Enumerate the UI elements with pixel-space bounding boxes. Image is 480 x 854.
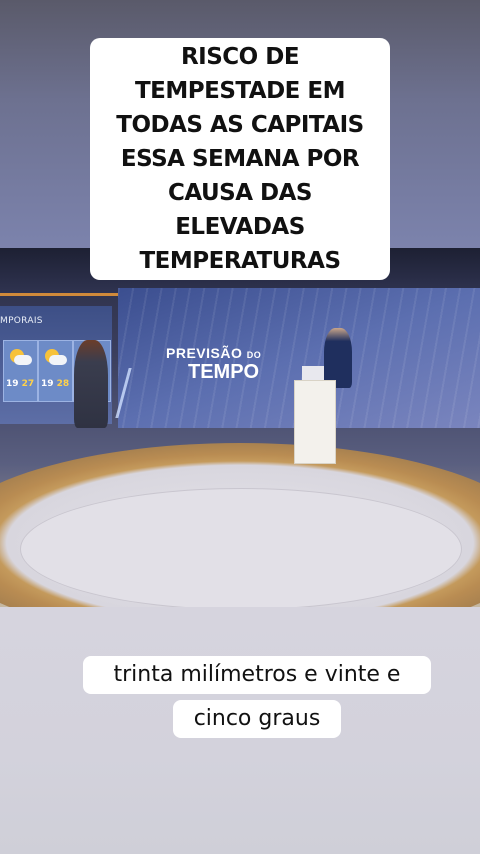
- previsao-do-tempo-logo: PREVISÃO DO TEMPO: [166, 346, 261, 382]
- temp-min: 19: [6, 379, 19, 389]
- top-caption-line: CAUSA DAS: [168, 180, 312, 206]
- subtitle-line-1: trinta milímetros e vinte e: [83, 656, 431, 694]
- laptop-icon: [302, 366, 324, 380]
- top-caption-line: TEMPESTADE EM: [134, 78, 346, 104]
- top-caption: RISCO DE TEMPESTADE EM TODAS AS CAPITAIS…: [90, 38, 390, 280]
- presenter-desk: [294, 380, 336, 464]
- top-caption-line: TODAS AS CAPITAIS: [116, 112, 364, 138]
- top-caption-line: ELEVADAS: [175, 214, 305, 240]
- presenter-woman: [74, 340, 108, 428]
- logo-word-previsao: PREVISÃO: [166, 345, 243, 361]
- subtitle-line-2: cinco graus: [173, 700, 341, 738]
- studio-video-frame: MPORAIS 19 27 19 28 PREVISÃO DO TEMPO: [0, 248, 480, 608]
- logo-word-tempo: TEMPO: [188, 361, 260, 383]
- temp-max: 28: [56, 379, 70, 389]
- temp-max: 27: [21, 379, 35, 389]
- weather-card: 19 27: [3, 340, 38, 402]
- weather-temps: 19 28: [41, 379, 69, 389]
- weather-temps: 19 27: [6, 379, 34, 389]
- left-screen-title: MPORAIS: [0, 316, 43, 326]
- temp-min: 19: [41, 379, 54, 389]
- weather-card: 19 28: [38, 340, 73, 402]
- top-caption-line: ESSA SEMANA POR: [120, 146, 360, 172]
- presenter-man: [324, 328, 352, 388]
- top-caption-line: TEMPERATURAS: [139, 248, 341, 274]
- top-caption-line: RISCO DE: [180, 44, 300, 70]
- studio-floor-center: [20, 488, 462, 608]
- cloud-icon: [14, 355, 32, 365]
- cloud-icon: [49, 355, 67, 365]
- logo-word-do: DO: [246, 350, 262, 360]
